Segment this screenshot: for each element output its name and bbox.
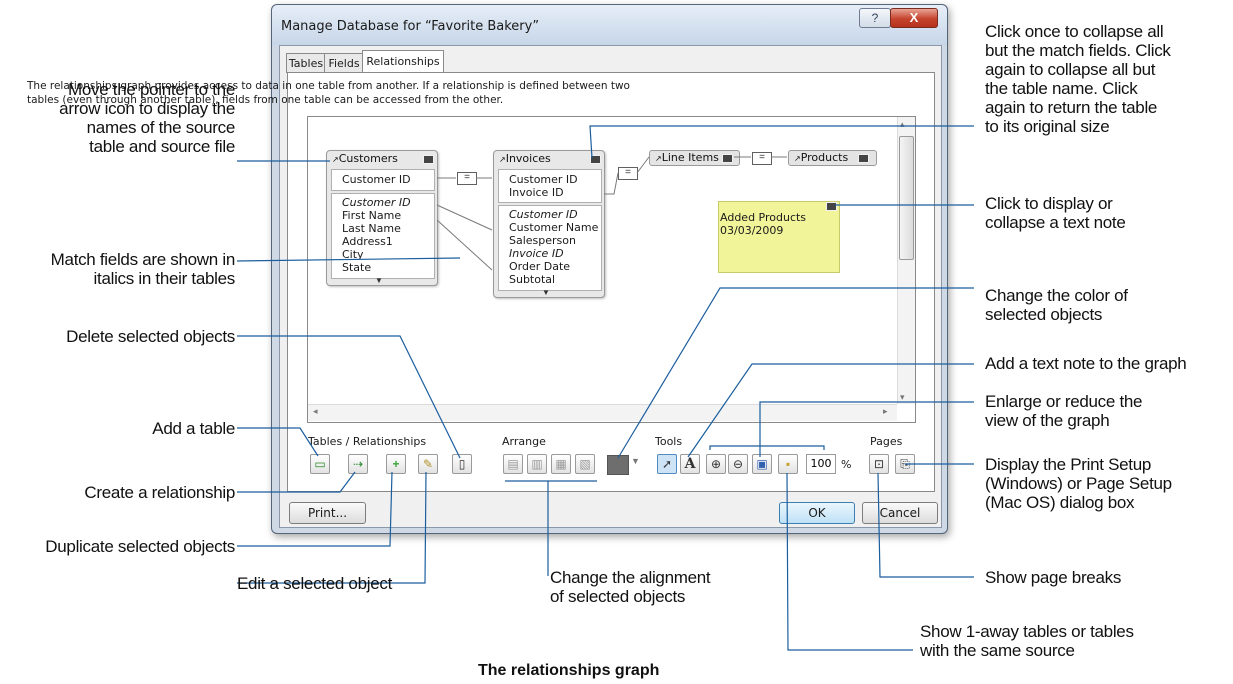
callout-text-note: Click to display or collapse a text note	[985, 194, 1126, 232]
callout-line: Click to display or	[985, 194, 1113, 213]
callout-enlarge: Enlarge or reduce the view of the graph	[985, 392, 1143, 430]
callout-collapse: Click once to collapse all but the match…	[985, 22, 1171, 136]
callout-line: again to return the table	[985, 98, 1158, 117]
callout-page-breaks: Show page breaks	[985, 568, 1122, 587]
callout-line: to its original size	[985, 117, 1110, 136]
callout-line: Change the color of	[985, 286, 1128, 305]
callout-one-away: Show 1-away tables or tables with the sa…	[920, 622, 1134, 660]
callout-line: table and source file	[89, 137, 235, 156]
callout-line: view of the graph	[985, 411, 1110, 430]
callout-print-setup: Display the Print Setup (Windows) or Pag…	[985, 455, 1172, 512]
callout-line: Enlarge or reduce the	[985, 392, 1143, 411]
callout-line: Display the Print Setup	[985, 455, 1152, 474]
callout-line: Show 1-away tables or tables	[920, 622, 1134, 641]
callout-line: Match fields are shown in	[50, 250, 236, 269]
callout-line: Change the alignment	[550, 568, 711, 587]
callout-line: again to collapse all but	[985, 60, 1156, 79]
callout-line: names of the source	[86, 118, 236, 137]
callout-line: selected objects	[985, 305, 1103, 324]
callout-arrow-icon: Move the pointer to the arrow icon to di…	[20, 80, 235, 156]
callout-add-note: Add a text note to the graph	[985, 354, 1187, 373]
callout-match-fields: Match fields are shown in italics in the…	[0, 250, 236, 288]
callout-line: italics in their tables	[93, 269, 236, 288]
callout-line: arrow icon to display the	[59, 99, 235, 118]
callout-line: of selected objects	[550, 587, 686, 606]
callout-line: the table name. Click	[985, 79, 1138, 98]
callout-line: (Mac OS) dialog box	[985, 493, 1135, 512]
callout-line: Click once to collapse all	[985, 22, 1164, 41]
callout-edit: Edit a selected object	[237, 574, 392, 593]
callout-add-table: Add a table	[152, 419, 235, 438]
callout-delete: Delete selected objects	[66, 327, 235, 346]
figure-caption: The relationships graph	[478, 662, 660, 679]
callout-line: (Windows) or Page Setup	[985, 474, 1172, 493]
callout-line: collapse a text note	[985, 213, 1126, 232]
callout-line: but the match fields. Click	[985, 41, 1171, 60]
callout-line: Move the pointer to the	[68, 80, 235, 99]
callout-line: with the same source	[920, 641, 1075, 660]
callout-alignment: Change the alignment of selected objects	[550, 568, 711, 606]
callout-color: Change the color of selected objects	[985, 286, 1128, 324]
callout-duplicate: Duplicate selected objects	[45, 537, 235, 556]
callout-create-relationship: Create a relationship	[84, 483, 235, 502]
